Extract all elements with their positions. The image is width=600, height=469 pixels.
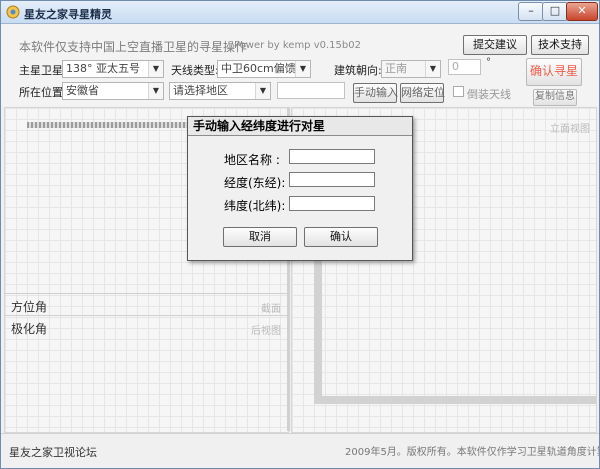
chevron-down-icon: ▼ (295, 61, 310, 77)
longitude-label: 经度(东经): (224, 176, 286, 190)
area-name-label: 地区名称 : (224, 153, 280, 167)
azimuth-view-label: 截面 (261, 304, 281, 315)
minimize-button[interactable]: – (518, 2, 544, 21)
cancel-button[interactable]: 取消 (223, 227, 297, 247)
latitude-label: 纬度(北纬): (224, 199, 286, 213)
elevation-view-label: 立面视图 (550, 124, 590, 135)
satellite-select-value: 138° 亚太五号 (66, 62, 140, 75)
area-select-value: 请选择地区 (173, 84, 228, 97)
satellite-label: 主星卫星: (19, 64, 67, 77)
control-area: 本软件仅支持中国上空直播卫星的寻星操作 Power by kemp v0.15b… (1, 24, 599, 106)
longitude-input[interactable] (289, 172, 375, 187)
degree-symbol: ° (486, 57, 491, 68)
polarization-view-label: 后视图 (251, 326, 281, 337)
dish-type-label: 天线类型: (171, 64, 219, 77)
wall-shadow-horizontal (314, 396, 596, 404)
confirm-search-button[interactable]: 确认寻星 (526, 58, 582, 86)
manual-coordinate-dialog: 手动输入经纬度进行对星 地区名称 : 经度(东经): 纬度(北纬): 取消 确认 (187, 116, 413, 261)
building-orientation-label: 建筑朝向: (334, 64, 382, 77)
window-title: 星友之家寻星精灵 (24, 8, 112, 21)
title-bar[interactable]: 星友之家寻星精灵 – □ ✕ (1, 1, 599, 24)
area-select[interactable]: 请选择地区 ▼ (169, 82, 271, 100)
orientation-angle-input[interactable]: 0 (448, 59, 481, 75)
area-name-input[interactable] (289, 149, 375, 164)
copyright-text: 2009年5月。版权所有。本软件仅作学习卫星轨道角度计算之用。 (345, 447, 599, 458)
polarization-label: 极化角 (11, 322, 48, 336)
azimuth-label: 方位角 (11, 300, 48, 314)
chevron-down-icon: ▼ (148, 61, 163, 77)
manual-input-button[interactable]: 手动输入 (353, 83, 398, 103)
chevron-down-icon: ▼ (148, 83, 163, 99)
latitude-input[interactable] (289, 196, 375, 211)
building-orientation-select[interactable]: 正南 ▼ (381, 60, 441, 78)
forum-link[interactable]: 星友之家卫视论坛 (9, 444, 97, 460)
dish-type-select-value: 中卫60cm偏馈 (221, 62, 296, 75)
polarization-section: 极化角 后视图 (4, 315, 287, 432)
version-label: Power by kemp v0.15b02 (234, 40, 361, 51)
azimuth-section: 方位角 截面 (4, 293, 287, 316)
inverted-antenna-checkbox[interactable] (453, 86, 464, 97)
network-location-button[interactable]: 网络定位 (400, 83, 445, 103)
coordinate-input[interactable] (277, 82, 345, 99)
location-label: 所在位置: (19, 86, 67, 99)
ok-button[interactable]: 确认 (304, 227, 378, 247)
dish-type-select[interactable]: 中卫60cm偏馈 ▼ (217, 60, 311, 78)
close-button[interactable]: ✕ (566, 2, 598, 21)
province-select-value: 安徽省 (66, 84, 99, 97)
maximize-button[interactable]: □ (542, 2, 568, 21)
copy-info-button[interactable]: 复制信息 (533, 89, 577, 106)
inverted-antenna-label: 倒装天线 (467, 88, 511, 101)
satellite-select[interactable]: 138° 亚太五号 ▼ (62, 60, 164, 78)
app-window: 星友之家寻星精灵 – □ ✕ 本软件仅支持中国上空直播卫星的寻星操作 Power… (0, 0, 600, 469)
dialog-title[interactable]: 手动输入经纬度进行对星 (188, 117, 412, 136)
building-orientation-value: 正南 (385, 62, 407, 75)
chevron-down-icon: ▼ (425, 61, 440, 77)
chevron-down-icon: ▼ (255, 83, 270, 99)
status-bar: 星友之家卫视论坛 2009年5月。版权所有。本软件仅作学习卫星轨道角度计算之用。 (1, 433, 599, 468)
province-select[interactable]: 安徽省 ▼ (62, 82, 164, 100)
app-headline: 本软件仅支持中国上空直播卫星的寻星操作 (19, 40, 248, 54)
submit-suggestion-button[interactable]: 提交建议 (463, 35, 527, 55)
satellite-dish-icon (6, 5, 20, 19)
tech-support-button[interactable]: 技术支持 (531, 35, 589, 55)
